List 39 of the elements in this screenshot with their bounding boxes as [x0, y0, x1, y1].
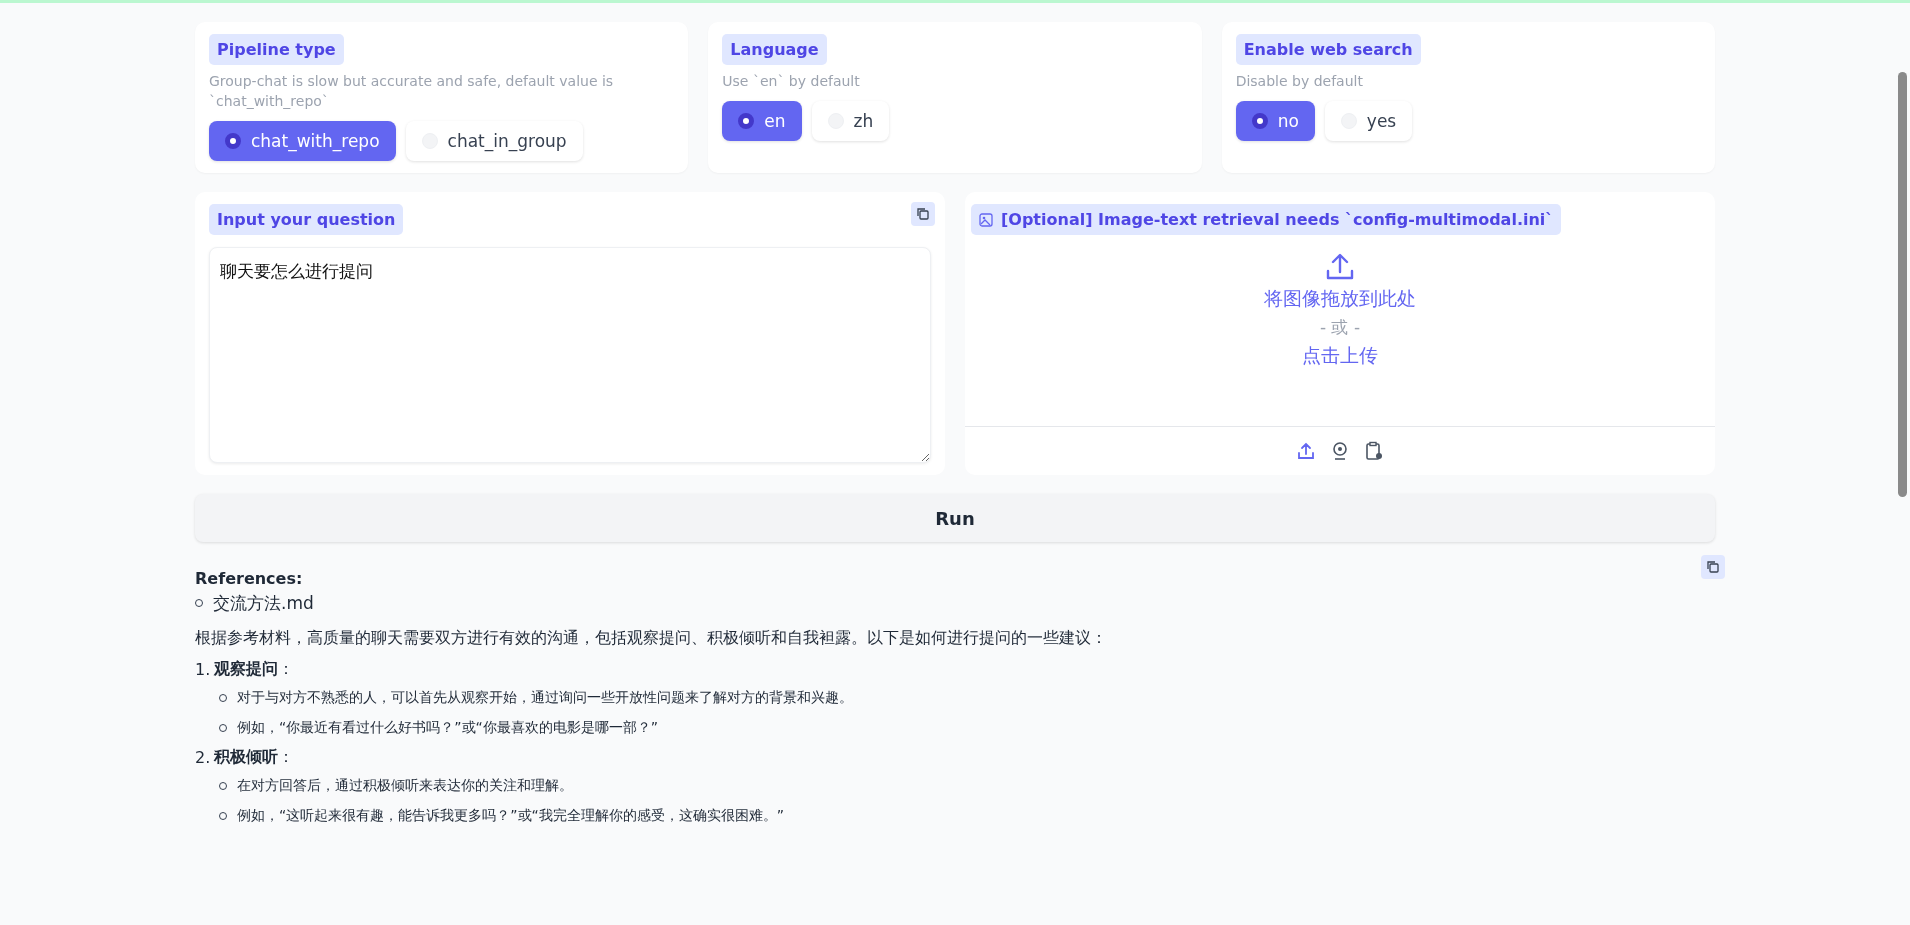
run-button[interactable]: Run [195, 494, 1715, 542]
field-label: Pipeline type [209, 34, 344, 65]
field-label: Enable web search [1235, 34, 1421, 65]
drop-hint: 将图像拖放到此处 [1264, 286, 1416, 311]
field-label: Language [722, 34, 827, 65]
upload-icon [1325, 252, 1355, 282]
radio-option[interactable]: chat_with_repo [209, 121, 396, 161]
radio-option[interactable]: zh [811, 101, 890, 141]
field-label: [Optional] Image-text retrieval needs `config-multimodal.ini` [971, 204, 1562, 235]
copy-icon[interactable] [911, 202, 935, 226]
references-heading: References: [195, 569, 304, 588]
webcam-icon[interactable] [1330, 441, 1350, 461]
radio-option[interactable]: en [722, 101, 802, 141]
field-info: Use `en` by default [722, 72, 861, 91]
scrollbar[interactable] [1898, 72, 1907, 497]
field-info: Group-chat is slow but accurate and safe, default value is `chat_with_repo` [209, 72, 615, 111]
list-number: 2. [195, 747, 211, 767]
image-icon [979, 212, 993, 227]
question-input[interactable]: 聊天要怎么进行提问 [209, 247, 931, 463]
point-title: 观察提问： [214, 658, 295, 680]
bullet-text: 对于与对方不熟悉的人，可以首先从观察开始，通过询问一些开放性问题来了解对方的背景和兴趣。 [237, 689, 853, 707]
or-text: - 或 - [1319, 316, 1361, 339]
field-label: Input your question [209, 204, 404, 235]
point-title: 积极倾听： [214, 746, 295, 768]
clipboard-icon[interactable] [1364, 441, 1384, 461]
radio-option[interactable]: no [1235, 101, 1315, 141]
bullet-text: 例如，“你最近有看过什么好书吗？”或“你最喜欢的电影是哪一部？” [237, 719, 658, 737]
field-info: Disable by default [1235, 72, 1364, 91]
bullet-text: 例如，“这听起来很有趣，能告诉我更多吗？”或“我完全理解你的感受，这确实很困难。” [237, 807, 784, 825]
radio-option[interactable]: chat_in_group [405, 121, 583, 161]
list-number: 1. [195, 659, 211, 679]
upload-icon[interactable] [1296, 441, 1316, 461]
upload-dropzone[interactable]: 将图像拖放到此处 - 或 - 点击上传 [965, 235, 1715, 426]
answer-paragraph: 根据参考材料，高质量的聊天需要双方进行有效的沟通，包括观察提问、积极倾听和自我袒露。以下是如何进行提问的一些建议： [195, 628, 1108, 649]
radio-option[interactable]: yes [1324, 101, 1413, 141]
click-upload-link[interactable]: 点击上传 [1302, 343, 1378, 369]
bullet-text: 在对方回答后，通过积极倾听来表达你的关注和理解。 [237, 777, 573, 795]
reference-item: 交流方法.md [213, 591, 314, 615]
copy-icon[interactable] [1701, 555, 1725, 579]
